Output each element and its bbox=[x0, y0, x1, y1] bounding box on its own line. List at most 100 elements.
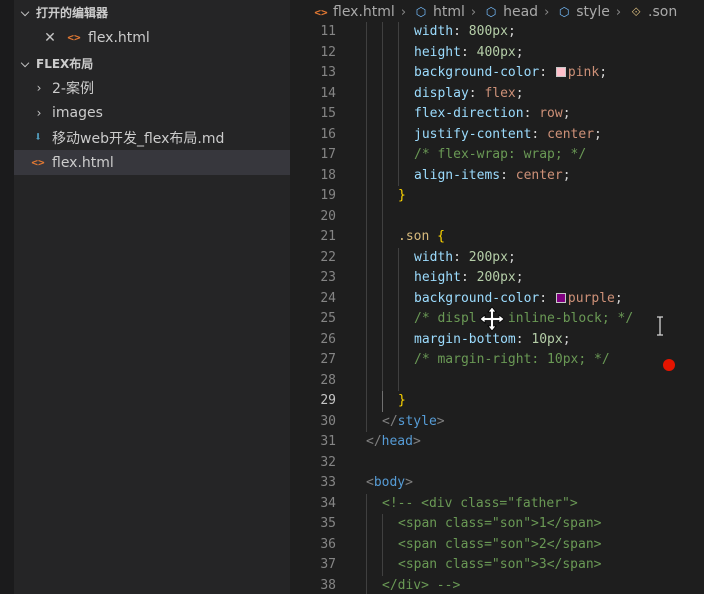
indent-guide bbox=[366, 22, 367, 43]
code-line[interactable]: 31 </head> bbox=[290, 432, 704, 453]
indent-guide bbox=[382, 145, 383, 166]
code-line[interactable]: 33 <body> bbox=[290, 473, 704, 494]
breadcrumb-item-son[interactable]: ⟐ .son bbox=[627, 4, 677, 20]
color-swatch[interactable] bbox=[555, 292, 566, 303]
code-line[interactable]: 22 width: 200px; bbox=[290, 247, 704, 268]
line-number: 14 bbox=[320, 85, 336, 101]
tree-item-label: images bbox=[52, 104, 103, 121]
indent-guide bbox=[398, 268, 399, 289]
open-editor-item-flex-html[interactable]: ✕ <> flex.html bbox=[14, 25, 290, 50]
color-swatch[interactable] bbox=[555, 67, 566, 77]
code-line[interactable]: 37 <span class="son">3</span> bbox=[290, 555, 704, 576]
code-line[interactable]: 38 </div> --> bbox=[290, 575, 704, 594]
code-line[interactable]: 19} bbox=[290, 186, 704, 207]
selector-icon: ⟐ bbox=[631, 4, 641, 19]
indent-guide bbox=[366, 104, 367, 125]
line-content: </head> bbox=[366, 432, 421, 453]
breadcrumb-label: style bbox=[576, 4, 610, 20]
tree-item-label: 2-案例 bbox=[52, 80, 94, 97]
code-token: height bbox=[414, 44, 461, 60]
code-line[interactable]: 26 margin-bottom: 10px; bbox=[290, 329, 704, 351]
tree-item-folder-images[interactable]: › images bbox=[14, 100, 290, 125]
code-editor[interactable]: <> flex.html › ⬡ html › ⬡ head › ⬡ style… bbox=[290, 0, 704, 594]
indent-guide bbox=[382, 370, 383, 391]
breadcrumb-item-head[interactable]: ⬡ head bbox=[482, 4, 538, 20]
tree-item-file-flex-html[interactable]: <> flex.html bbox=[14, 150, 290, 175]
code-line[interactable]: 18 align-items: center; bbox=[290, 165, 704, 186]
code-line[interactable]: 15 flex-direction: row; bbox=[290, 104, 704, 125]
code-line[interactable]: 21 .son { bbox=[290, 227, 704, 248]
indent-guide bbox=[398, 165, 399, 186]
code-line[interactable]: 20 bbox=[290, 206, 704, 227]
line-content: } bbox=[398, 391, 406, 412]
indent-guide bbox=[382, 22, 383, 43]
indent-guide bbox=[398, 42, 399, 63]
code-line[interactable]: 34 <!-- <div class="father"> bbox=[290, 493, 704, 514]
line-number: 37 bbox=[320, 557, 336, 572]
line-number: 22 bbox=[320, 249, 336, 265]
code-token: /* flex-wrap: wrap; */ bbox=[414, 147, 587, 162]
code-line[interactable]: 28 bbox=[290, 370, 704, 391]
breadcrumb-label: flex.html bbox=[333, 4, 395, 20]
code-line[interactable]: 23 height: 200px; bbox=[290, 268, 704, 289]
line-number: 35 bbox=[320, 516, 336, 531]
indent-guide bbox=[382, 227, 383, 248]
folder-header[interactable]: ⌵ FLEX布局 bbox=[14, 51, 290, 76]
code-line[interactable]: 32 bbox=[290, 453, 704, 474]
indent-guide bbox=[382, 186, 383, 207]
code-token: ; bbox=[507, 24, 516, 39]
indent-guide bbox=[382, 165, 383, 186]
code-line[interactable]: 36 <span class="son">2</span> bbox=[290, 534, 704, 555]
code-token: align-items bbox=[414, 167, 501, 183]
indent-guide bbox=[366, 391, 367, 412]
breadcrumb-item-html[interactable]: ⬡ html bbox=[412, 4, 465, 20]
indent-guide bbox=[382, 350, 383, 371]
code-line[interactable]: 27 /* margin-right: 10px; */ bbox=[290, 350, 704, 371]
code-token: > bbox=[405, 475, 413, 490]
cube-icon: ⬡ bbox=[559, 5, 570, 19]
code-token: { bbox=[437, 229, 445, 244]
indent-guide bbox=[366, 124, 367, 145]
breadcrumb-item-file[interactable]: <> flex.html bbox=[312, 4, 395, 20]
code-token: ; bbox=[594, 126, 602, 142]
code-line[interactable]: 16 justify-content: center; bbox=[290, 124, 704, 145]
line-content: background-color: pink; bbox=[414, 63, 607, 84]
code-token: background-color bbox=[414, 65, 540, 80]
code-token: width bbox=[414, 249, 454, 265]
open-editors-header[interactable]: ⌵ 打开的编辑器 bbox=[14, 0, 290, 25]
line-content: margin-bottom: 10px; bbox=[414, 330, 571, 351]
code-line[interactable]: 35 <span class="son">1</span> bbox=[290, 514, 704, 535]
line-number: 38 bbox=[320, 577, 336, 593]
breadcrumb-item-style[interactable]: ⬡ style bbox=[555, 4, 610, 20]
code-token: : bbox=[531, 126, 548, 142]
code-token: : bbox=[460, 44, 477, 60]
tree-item-file-md[interactable]: ⬇ 移动web开发_flex布局.md bbox=[14, 125, 290, 150]
code-line[interactable]: 11 width: 800px; bbox=[290, 22, 704, 43]
line-number: 23 bbox=[320, 270, 336, 285]
tree-item-folder-cases[interactable]: › 2-案例 bbox=[14, 75, 290, 100]
indent-guide bbox=[382, 206, 383, 227]
code-token: height bbox=[414, 270, 461, 285]
line-number: 24 bbox=[320, 290, 336, 306]
code-token: ; bbox=[562, 167, 571, 183]
code-line[interactable]: 14 display: flex; bbox=[290, 83, 704, 104]
code-token: .son bbox=[398, 229, 430, 244]
line-content: .son { bbox=[398, 227, 445, 248]
code-line[interactable]: 12 height: 400px; bbox=[290, 42, 704, 63]
line-number: 13 bbox=[320, 65, 336, 80]
code-line[interactable]: 13 background-color: pink; bbox=[290, 63, 704, 84]
code-line[interactable]: 29} bbox=[290, 391, 704, 412]
indent-guide bbox=[398, 370, 399, 391]
close-icon[interactable]: ✕ bbox=[42, 30, 58, 46]
code-line[interactable]: 17 /* flex-wrap: wrap; */ bbox=[290, 145, 704, 166]
line-number: 16 bbox=[320, 126, 336, 142]
code-token: } bbox=[398, 188, 406, 203]
line-number: 18 bbox=[320, 167, 336, 183]
code-token: body bbox=[373, 475, 406, 490]
indent-guide bbox=[366, 370, 367, 391]
code-token: ; bbox=[599, 65, 608, 80]
code-line[interactable]: 30 </style> bbox=[290, 411, 704, 432]
line-number: 12 bbox=[320, 44, 336, 60]
folder-title: FLEX布局 bbox=[36, 57, 94, 71]
indent-guide bbox=[382, 42, 383, 63]
